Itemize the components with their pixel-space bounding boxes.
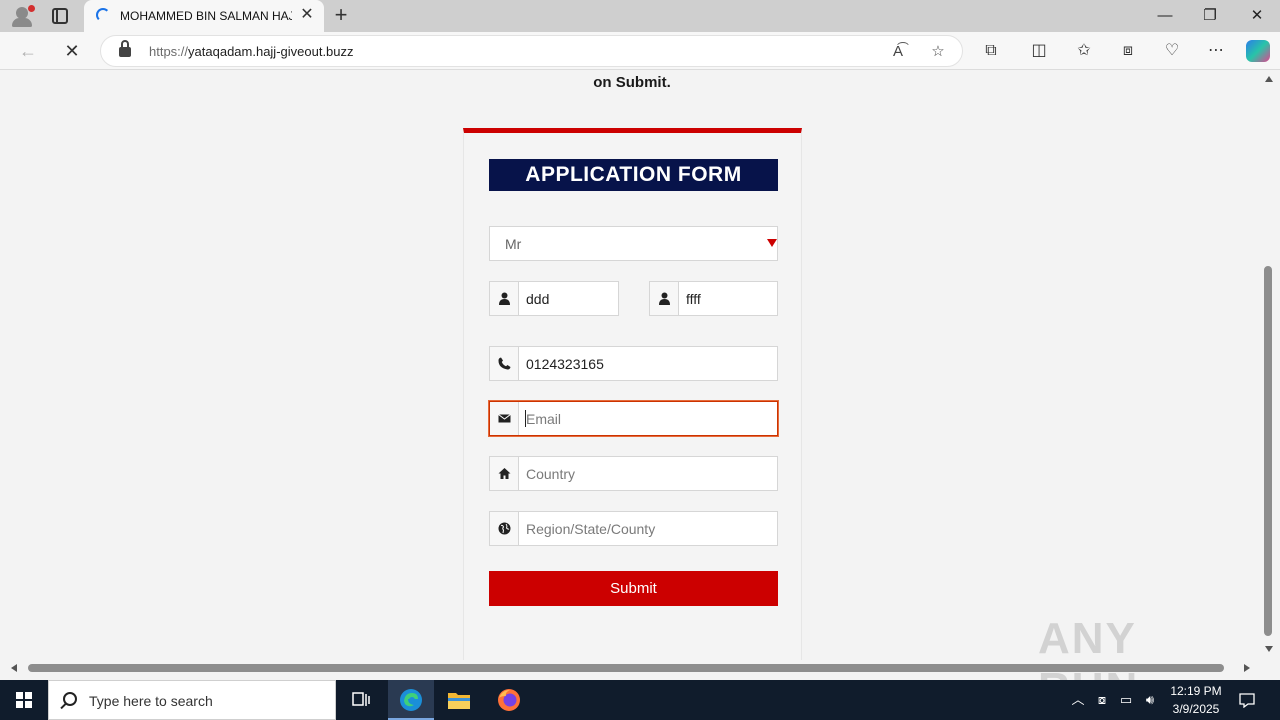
scroll-down-icon[interactable] [1265, 646, 1273, 652]
notifications-icon[interactable] [1238, 692, 1256, 709]
country-field[interactable]: Country [489, 456, 778, 491]
first-name-field[interactable]: ddd [489, 281, 619, 316]
taskbar-search-box[interactable]: Type here to search [48, 680, 336, 720]
caret-down-icon [767, 239, 777, 247]
phone-value: 0124323165 [526, 356, 604, 372]
first-name-value: ddd [526, 291, 550, 307]
instruction-text: on Submit. [593, 74, 671, 91]
search-icon [63, 692, 77, 706]
stop-loading-button[interactable]: ✕ [58, 38, 86, 64]
taskbar-search-placeholder: Type here to search [89, 693, 213, 709]
clock-time[interactable]: 12:19 PM [1166, 684, 1226, 698]
read-aloud-icon[interactable]: A͡ [887, 41, 909, 63]
firefox-icon [498, 689, 520, 711]
tab-title: MOHAMMED BIN SALMAN HAJJ [120, 9, 292, 23]
browser-essentials-icon[interactable]: ♡ [1158, 38, 1186, 64]
file-explorer-taskbar-button[interactable] [436, 680, 482, 720]
user-icon [490, 282, 519, 315]
meet-now-icon[interactable]: ⧇ [1094, 692, 1110, 708]
lock-icon[interactable] [119, 40, 131, 57]
home-icon [490, 457, 519, 490]
extensions-icon[interactable]: ⧉ [977, 38, 1005, 64]
submit-button[interactable]: Submit [489, 571, 778, 606]
volume-icon[interactable]: 🔊︎ [1142, 692, 1158, 708]
more-menu-icon[interactable]: ⋯ [1202, 38, 1230, 64]
envelope-icon [490, 402, 519, 435]
tab-close-icon[interactable]: ✕ [298, 6, 316, 24]
vertical-scroll-thumb[interactable] [1264, 266, 1272, 636]
address-bar[interactable]: https://yataqadam.hajj-giveout.buzz A͡ ☆ [100, 35, 963, 67]
task-view-icon [352, 692, 370, 706]
page-viewport: on Submit. APPLICATION FORM Mr ddd ffff … [4, 70, 1260, 660]
taskbar: Type here to search ︿ ⧇ ▭ 🔊︎ 12:19 PM 3/… [0, 680, 1280, 720]
phone-field[interactable]: 0124323165 [489, 346, 778, 381]
start-button[interactable] [0, 680, 48, 720]
globe-icon [490, 512, 519, 545]
new-tab-button[interactable]: + [330, 4, 352, 26]
restore-button[interactable]: ❐ [1190, 4, 1230, 28]
folder-icon [448, 693, 470, 709]
profile-icon[interactable] [10, 5, 35, 27]
form-title: APPLICATION FORM [489, 159, 778, 191]
clock-date[interactable]: 3/9/2025 [1166, 702, 1226, 716]
scroll-right-icon[interactable] [1244, 664, 1250, 672]
region-placeholder: Region/State/County [526, 521, 656, 537]
phone-icon [490, 347, 519, 380]
back-button[interactable]: ← [14, 38, 42, 64]
last-name-field[interactable]: ffff [649, 281, 778, 316]
tab-strip: MOHAMMED BIN SALMAN HAJJ ✕ + — ❐ ✕ [0, 0, 1280, 32]
application-form: APPLICATION FORM Mr ddd ffff 0124323165 [463, 128, 802, 660]
title-select-value: Mr [505, 236, 522, 252]
show-hidden-icons-chevron-icon[interactable]: ︿ [1070, 692, 1086, 708]
vertical-scrollbar[interactable] [1260, 70, 1280, 660]
watermark-logo: ANY RUN [1038, 614, 1137, 713]
tab-actions-icon[interactable] [52, 8, 68, 24]
url-text[interactable]: https://yataqadam.hajj-giveout.buzz [149, 44, 354, 59]
title-select[interactable]: Mr [489, 226, 778, 261]
windows-logo-icon [16, 692, 32, 708]
copilot-icon[interactable] [1246, 40, 1270, 62]
region-field[interactable]: Region/State/County [489, 511, 778, 546]
last-name-value: ffff [686, 291, 701, 307]
favorite-star-icon[interactable]: ☆ [927, 41, 949, 63]
country-placeholder: Country [526, 466, 576, 482]
loading-spinner-icon [96, 8, 110, 22]
collections-icon[interactable]: ⧈ [1114, 38, 1142, 64]
task-view-button[interactable] [338, 680, 384, 720]
edge-taskbar-button[interactable] [388, 680, 434, 720]
network-icon[interactable]: ▭ [1118, 692, 1134, 708]
minimize-button[interactable]: — [1145, 4, 1185, 28]
navigation-bar: ← ✕ https://yataqadam.hajj-giveout.buzz … [0, 32, 1280, 70]
browser-tab[interactable]: MOHAMMED BIN SALMAN HAJJ ✕ [84, 0, 324, 32]
scroll-up-icon[interactable] [1265, 76, 1273, 82]
split-screen-icon[interactable]: ◫ [1025, 38, 1053, 64]
email-field[interactable]: Email [489, 401, 778, 436]
edge-browser-icon [400, 689, 422, 711]
favorites-icon[interactable]: ✩ [1070, 38, 1098, 64]
user-icon [650, 282, 679, 315]
email-placeholder: Email [526, 411, 562, 427]
firefox-taskbar-button[interactable] [486, 680, 532, 720]
scroll-left-icon[interactable] [11, 664, 17, 672]
close-window-button[interactable]: ✕ [1237, 4, 1277, 28]
